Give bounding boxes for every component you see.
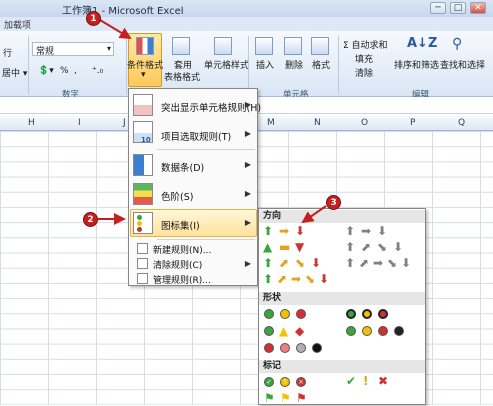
callout-2: 2 [83, 212, 98, 227]
annotation-arrows [98, 19, 327, 225]
callout-3: 3 [326, 195, 341, 210]
callout-arrow-3 [301, 205, 327, 224]
callout-1: 1 [86, 11, 101, 26]
callout-arrow-1 [99, 19, 132, 40]
